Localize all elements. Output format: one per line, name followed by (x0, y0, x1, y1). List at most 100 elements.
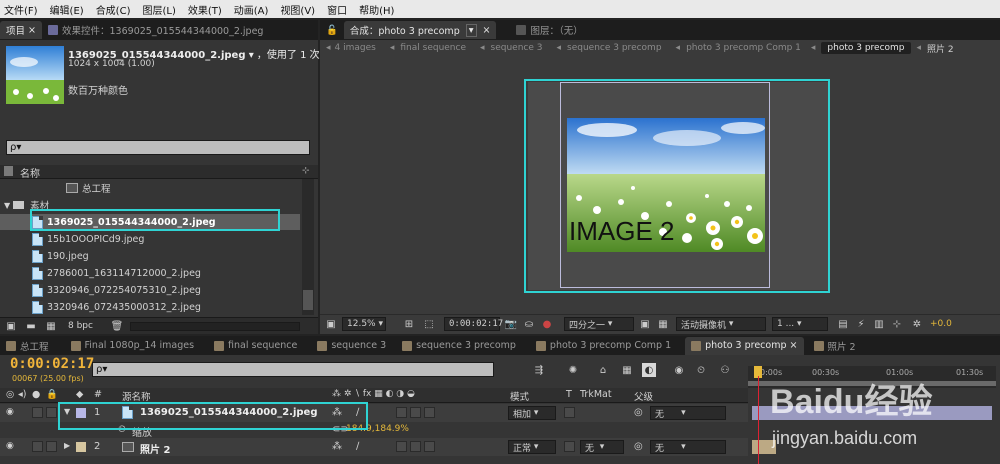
menu-animation[interactable]: 动画(A) (234, 2, 269, 17)
audio-toggle[interactable] (32, 407, 43, 418)
menu-view[interactable]: 视图(V) (280, 2, 315, 17)
breadcrumb-item[interactable]: sequence 3 (491, 43, 543, 53)
list-item[interactable]: 总工程 (0, 180, 300, 196)
tab-timeline-0[interactable]: 总工程 (0, 337, 55, 355)
color-channels-icon[interactable]: ● (540, 317, 554, 331)
tab-timeline-5[interactable]: photo 3 precomp Comp 1 (530, 337, 677, 355)
solo-icon[interactable]: ● (32, 389, 40, 400)
column-t[interactable]: T (566, 389, 572, 400)
column-source-name[interactable]: 源名称 (122, 389, 151, 403)
project-scroll-thumb[interactable] (303, 290, 313, 310)
menu-effect[interactable]: 效果(T) (188, 2, 222, 17)
motion-blur-icon[interactable]: ◐ (642, 363, 656, 377)
snapshot-icon[interactable]: ⛀ (522, 317, 536, 331)
tab-timeline-3[interactable]: sequence 3 (311, 337, 392, 355)
eye-icon[interactable]: ◎ (6, 389, 14, 400)
shy-switch-icon[interactable]: ⁂ (332, 441, 342, 452)
menu-composition[interactable]: 合成(C) (96, 2, 131, 17)
menu-window[interactable]: 窗口 (327, 2, 347, 17)
stopwatch-icon[interactable]: ⏲ (694, 363, 708, 377)
list-item[interactable]: 3320946_072254075310_2.jpeg (0, 282, 300, 298)
parent-select[interactable]: 无 ▾ (650, 440, 726, 454)
timecode-display[interactable]: 0:00:02:17 (444, 317, 503, 331)
exposure-value[interactable]: +0.0 (930, 319, 952, 329)
draft-3d-icon[interactable]: ✺ (566, 363, 580, 377)
fast-preview-icon[interactable]: ⚡ (854, 317, 868, 331)
timeline-search-input[interactable]: ρ▾ (92, 362, 494, 377)
breadcrumb-item[interactable]: 照片 2 (927, 42, 954, 55)
toggle-pixel-icon[interactable]: ▤ (836, 317, 850, 331)
tab-timeline-6[interactable]: photo 3 precomp × (685, 336, 804, 355)
layer-name[interactable]: 照片 2 (140, 441, 170, 456)
lock-icon[interactable]: 🔒 (46, 389, 58, 400)
expand-triangle-icon[interactable]: ▶ (64, 441, 70, 450)
switches-icons[interactable]: ⁂ ✲ ∖ fx ▦ ◐ ◑ ◒ (332, 389, 415, 399)
column-num[interactable]: # (94, 389, 102, 400)
tab-timeline-7[interactable]: 照片 2 (808, 337, 862, 355)
chevron-down-icon[interactable]: ▾ (465, 23, 477, 37)
exposure-icon[interactable]: ✲ (910, 317, 924, 331)
list-item[interactable]: 2786001_163114712000_2.jpeg (0, 265, 300, 281)
trkmat-select[interactable]: 无 ▾ (580, 440, 624, 454)
list-item[interactable]: 15b1OOOPICd9.jpeg (0, 231, 300, 247)
switch-box[interactable] (424, 441, 435, 452)
list-item[interactable]: 3320946_072435000312_2.jpeg (0, 299, 300, 315)
switch-box[interactable] (396, 441, 407, 452)
trash-icon[interactable]: 🗑 (110, 319, 124, 333)
asset-dropdown-icon[interactable]: ▾ (249, 50, 254, 61)
bpc-label[interactable]: 8 bpc (68, 321, 93, 331)
tab-composition[interactable]: 合成：photo 3 precomp ▾ × (343, 21, 497, 39)
graph-editor-icon[interactable]: ◉ (672, 363, 686, 377)
menu-layer[interactable]: 图层(L) (142, 2, 175, 17)
tab-project[interactable]: 项目 × (0, 21, 43, 39)
label-color-swatch[interactable] (76, 442, 86, 452)
switch-box[interactable] (410, 407, 421, 418)
tab-timeline-2[interactable]: final sequence (208, 337, 303, 355)
list-item[interactable]: 190.jpeg (0, 248, 300, 264)
audio-toggle[interactable] (32, 441, 43, 452)
brainstorm-icon[interactable]: ⚇ (718, 363, 732, 377)
quality-switch-icon[interactable]: ∕ (356, 441, 359, 452)
mask-icon[interactable]: ⬚ (422, 317, 436, 331)
menu-file[interactable]: 文件(F) (4, 2, 38, 17)
zoom-select[interactable]: 12.5% ▾ (342, 317, 386, 331)
blend-mode-select[interactable]: 相加 ▾ (508, 406, 556, 420)
chevron-down-icon[interactable]: ▼ (4, 201, 10, 210)
column-trkmat[interactable]: TrkMat (580, 389, 612, 400)
menu-help[interactable]: 帮助(H) (359, 2, 394, 17)
preserve-transparency-toggle[interactable] (564, 441, 575, 452)
timeline-icon[interactable]: ▥ (872, 317, 886, 331)
camera-icon[interactable]: 📷 (504, 317, 518, 331)
resolution-select[interactable]: 四分之一 ▾ (564, 317, 634, 331)
breadcrumb-item-current[interactable]: photo 3 precomp (821, 42, 911, 54)
project-hscrollbar[interactable] (130, 322, 300, 331)
tab-timeline-1[interactable]: Final 1080p_14 images (65, 337, 201, 355)
visibility-eye-icon[interactable]: ◉ (6, 407, 14, 417)
always-preview-icon[interactable]: ▣ (324, 317, 338, 331)
audio-icon[interactable]: ◂) (18, 389, 26, 400)
pickwhip-icon[interactable]: ◎ (634, 441, 643, 452)
lock-icon[interactable]: 🔓 (320, 21, 344, 39)
tag-icon[interactable] (4, 166, 13, 176)
frame-blending-icon[interactable]: ▦ (620, 363, 634, 377)
close-icon[interactable]: × (790, 340, 798, 351)
lock-toggle[interactable] (46, 441, 57, 452)
new-composition-icon[interactable]: ▦ (44, 319, 58, 333)
lock-toggle[interactable] (46, 407, 57, 418)
breadcrumb-item[interactable]: final sequence (400, 43, 466, 53)
project-search-input[interactable]: ρ▾ (6, 140, 310, 155)
tab-layer[interactable]: 图层：（无） (510, 21, 588, 39)
switch-box[interactable] (410, 441, 421, 452)
column-mode[interactable]: 模式 (510, 389, 529, 403)
preserve-transparency-toggle[interactable] (564, 407, 575, 418)
switch-box[interactable] (424, 407, 435, 418)
menu-edit[interactable]: 编辑(E) (50, 2, 84, 17)
flowchart-icon[interactable]: ⊹ (302, 166, 314, 178)
close-icon[interactable]: × (28, 25, 36, 36)
blend-mode-select[interactable]: 正常 ▾ (508, 440, 556, 454)
grid-icon[interactable]: ⊞ (402, 317, 416, 331)
parent-select[interactable]: 无 ▾ (650, 406, 726, 420)
flowchart-icon[interactable]: ⊹ (890, 317, 904, 331)
breadcrumb-item[interactable]: photo 3 precomp Comp 1 (686, 43, 801, 53)
breadcrumb-item[interactable]: sequence 3 precomp (567, 43, 662, 53)
